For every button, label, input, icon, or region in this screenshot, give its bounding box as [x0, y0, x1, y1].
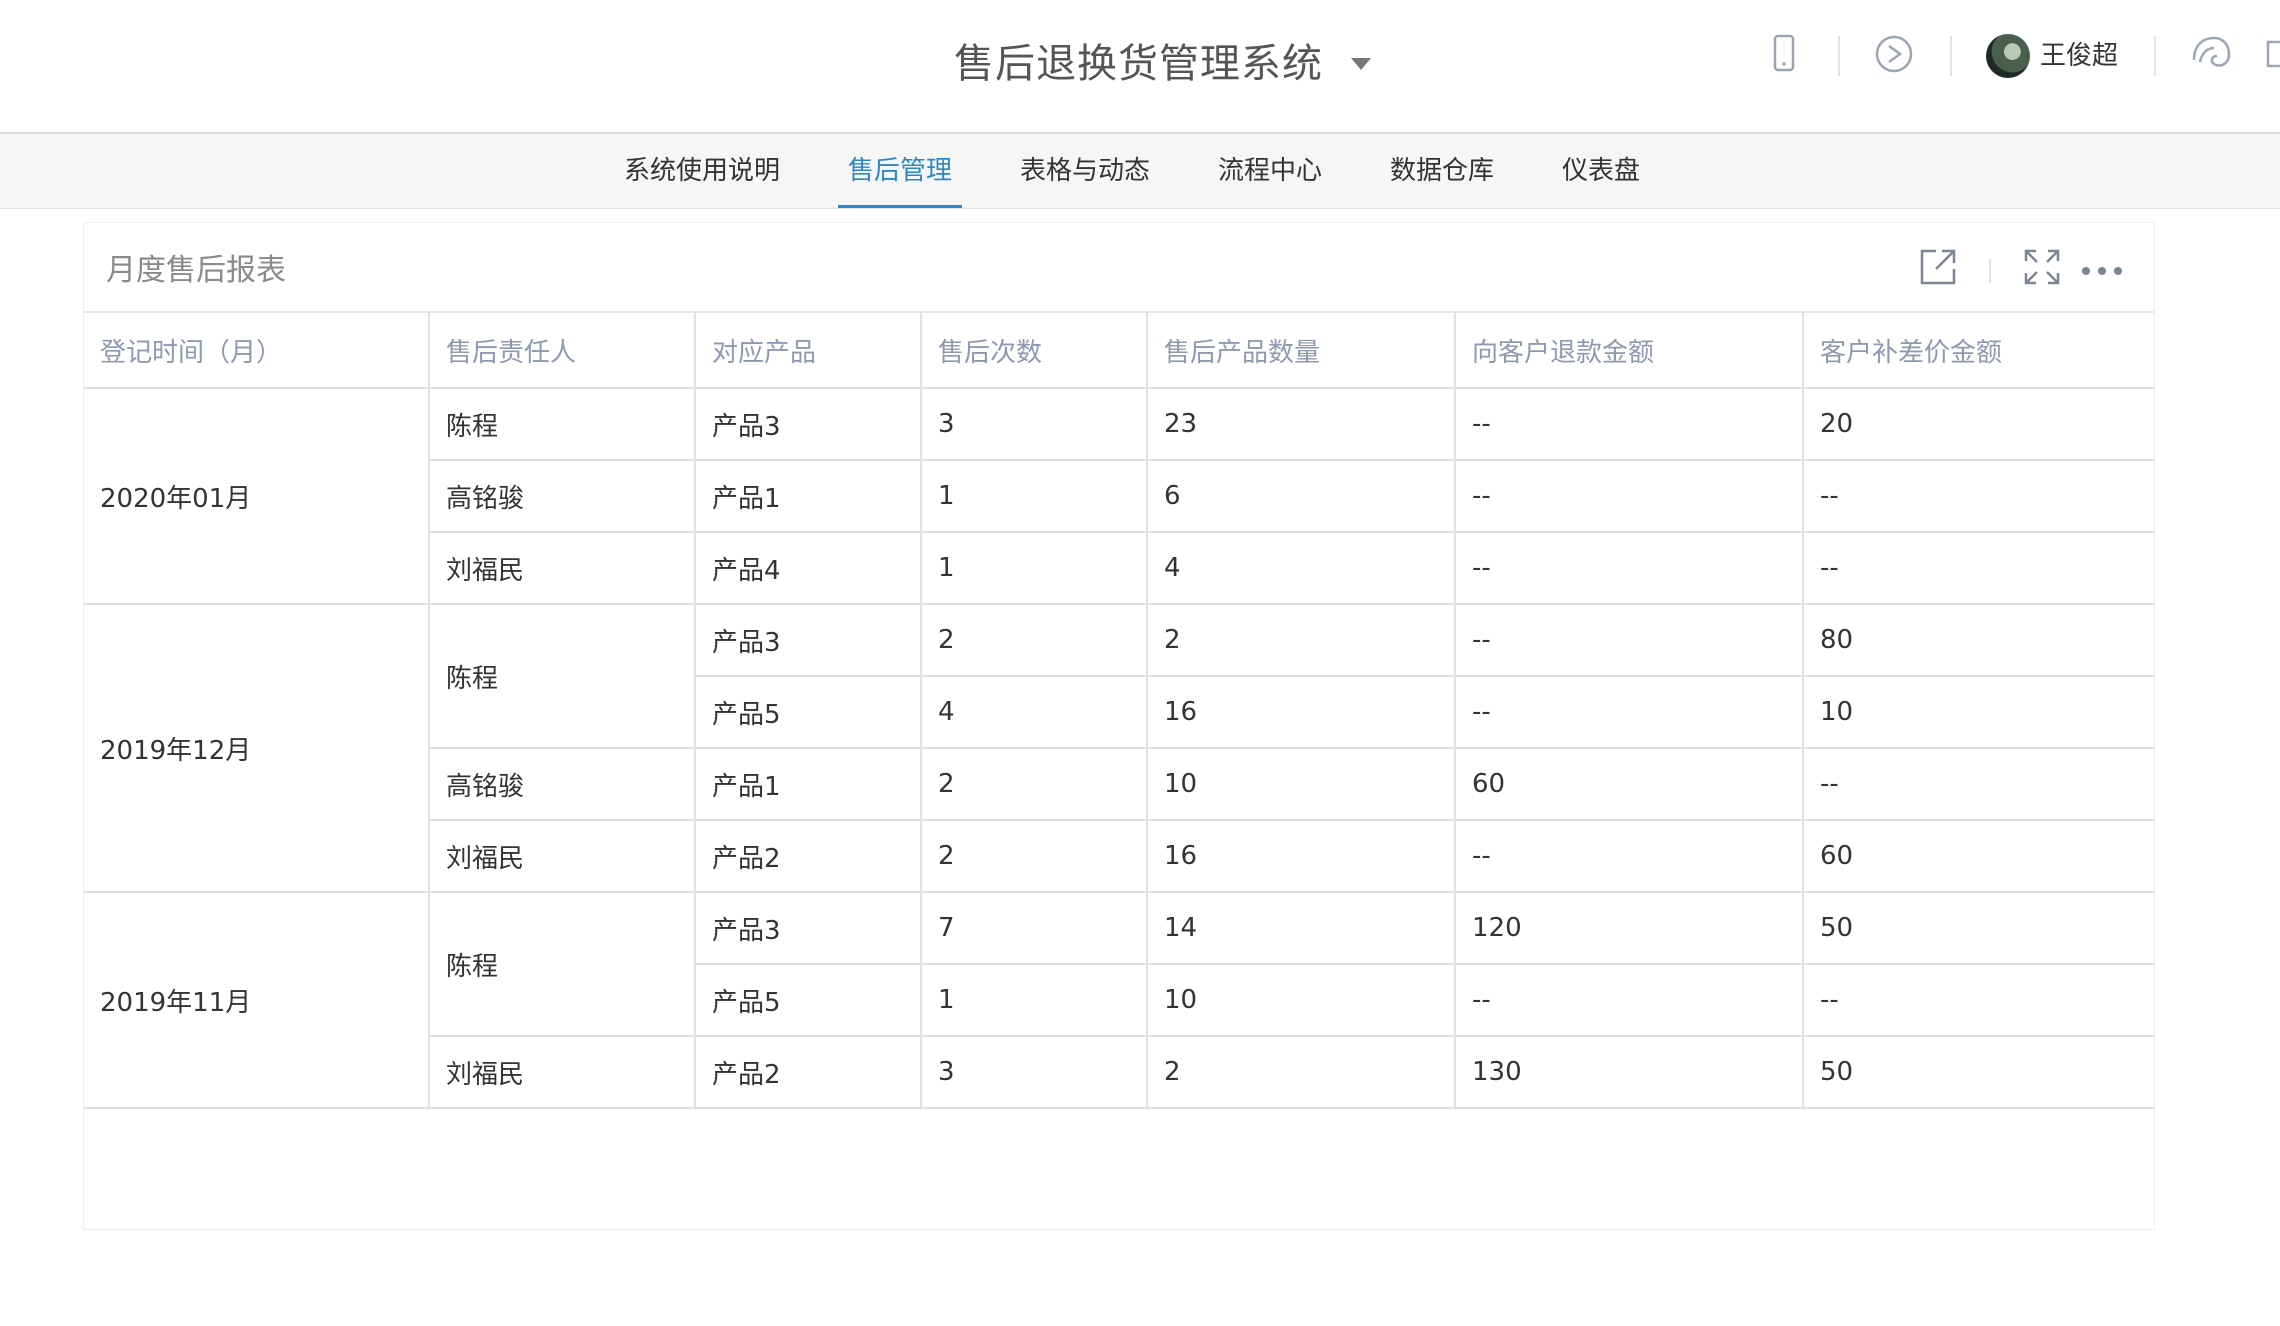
- quantity-cell: 4: [1146, 531, 1456, 605]
- product-cell: 产品3: [694, 603, 922, 677]
- count-cell: 4: [920, 675, 1148, 749]
- refund-cell: 130: [1454, 1035, 1804, 1109]
- refund-cell: --: [1454, 819, 1804, 893]
- quantity-cell: 16: [1146, 819, 1456, 893]
- count-cell: 3: [920, 387, 1148, 461]
- panel-title: 月度售后报表: [106, 253, 286, 288]
- nav-item-data-warehouse[interactable]: 数据仓库: [1390, 134, 1494, 208]
- quantity-cell: 6: [1146, 459, 1456, 533]
- mobile-icon[interactable]: [1764, 34, 1804, 74]
- count-cell: 2: [920, 819, 1148, 893]
- price-diff-cell: 80: [1802, 603, 2154, 677]
- product-cell: 产品2: [694, 819, 922, 893]
- header-divider: [1838, 36, 1840, 76]
- table-row: 2020年01月 陈程 产品3 3 23 -- 20: [84, 387, 2154, 605]
- panel-divider: [1989, 259, 1991, 283]
- more-icon[interactable]: [2082, 265, 2122, 277]
- person-cell: 陈程: [428, 891, 696, 1037]
- refund-cell: 120: [1454, 891, 1804, 965]
- price-diff-cell: 60: [1802, 819, 2154, 893]
- product-cell: 产品3: [694, 387, 922, 461]
- month-cell: 2019年11月: [84, 891, 430, 1109]
- column-header[interactable]: 售后责任人: [428, 311, 696, 389]
- refund-cell: --: [1454, 603, 1804, 677]
- count-cell: 2: [920, 747, 1148, 821]
- price-diff-cell: 50: [1802, 891, 2154, 965]
- compass-icon[interactable]: [1874, 34, 1914, 74]
- refund-cell: --: [1454, 675, 1804, 749]
- person-cell: 陈程: [428, 387, 696, 461]
- product-cell: 产品3: [694, 891, 922, 965]
- nav-item-system-guide[interactable]: 系统使用说明: [624, 134, 780, 208]
- price-diff-cell: --: [1802, 747, 2154, 821]
- column-header[interactable]: 客户补差价金额: [1802, 311, 2154, 389]
- price-diff-cell: 10: [1802, 675, 2154, 749]
- user-name[interactable]: 王俊超: [2040, 36, 2118, 76]
- app-title-dropdown[interactable]: 售后退换货管理系统: [954, 34, 1371, 94]
- header-divider: [1950, 36, 1952, 76]
- month-cell: 2020年01月: [84, 387, 430, 605]
- logout-icon[interactable]: [2262, 34, 2280, 74]
- refund-cell: --: [1454, 963, 1804, 1037]
- column-header[interactable]: 售后次数: [920, 311, 1148, 389]
- quantity-cell: 10: [1146, 747, 1456, 821]
- fullscreen-icon[interactable]: [2020, 245, 2064, 289]
- person-cell: 陈程: [428, 603, 696, 749]
- product-cell: 产品5: [694, 675, 922, 749]
- count-cell: 1: [920, 963, 1148, 1037]
- table-header-row: 登记时间（月） 售后责任人 对应产品 售后次数 售后产品数量 向客户退款金额 客…: [84, 311, 2154, 389]
- product-cell: 产品2: [694, 1035, 922, 1109]
- nav-item-aftersales[interactable]: 售后管理: [837, 134, 963, 208]
- app-title: 售后退换货管理系统: [954, 41, 1323, 87]
- person-cell: 高铭骏: [428, 459, 696, 533]
- aftersales-report-table: 登记时间（月） 售后责任人 对应产品 售后次数 售后产品数量 向客户退款金额 客…: [84, 311, 2154, 1109]
- refund-cell: --: [1454, 387, 1804, 461]
- count-cell: 1: [920, 531, 1148, 605]
- product-cell: 产品5: [694, 963, 922, 1037]
- person-cell: 刘福民: [428, 531, 696, 605]
- count-cell: 1: [920, 459, 1148, 533]
- product-cell: 产品4: [694, 531, 922, 605]
- open-external-icon[interactable]: [1916, 245, 1960, 289]
- refund-cell: 60: [1454, 747, 1804, 821]
- person-cell: 刘福民: [428, 819, 696, 893]
- column-header[interactable]: 登记时间（月）: [84, 311, 430, 389]
- column-header[interactable]: 售后产品数量: [1146, 311, 1456, 389]
- price-diff-cell: 50: [1802, 1035, 2154, 1109]
- count-cell: 3: [920, 1035, 1148, 1109]
- caret-down-icon: [1351, 58, 1371, 70]
- user-avatar[interactable]: [1986, 34, 2030, 78]
- count-cell: 2: [920, 603, 1148, 677]
- app-header: 售后退换货管理系统 王俊超: [0, 0, 2280, 134]
- quantity-cell: 23: [1146, 387, 1456, 461]
- product-cell: 产品1: [694, 747, 922, 821]
- month-cell: 2019年12月: [84, 603, 430, 893]
- price-diff-cell: --: [1802, 459, 2154, 533]
- quantity-cell: 14: [1146, 891, 1456, 965]
- price-diff-cell: --: [1802, 531, 2154, 605]
- person-cell: 高铭骏: [428, 747, 696, 821]
- column-header[interactable]: 向客户退款金额: [1454, 311, 1804, 389]
- skin-icon[interactable]: [2190, 34, 2232, 74]
- product-cell: 产品1: [694, 459, 922, 533]
- table-row: 2019年11月 陈程 产品3 7 14 120 50: [84, 891, 2154, 1109]
- nav-item-workflow[interactable]: 流程中心: [1218, 134, 1322, 208]
- refund-cell: --: [1454, 531, 1804, 605]
- quantity-cell: 16: [1146, 675, 1456, 749]
- report-panel: 月度售后报表 登记时间（月） 售后责任人 对应产品 售后次数 售后产品数量 向客…: [83, 222, 2155, 1230]
- count-cell: 7: [920, 891, 1148, 965]
- nav-item-tables[interactable]: 表格与动态: [1020, 134, 1150, 208]
- refund-cell: --: [1454, 459, 1804, 533]
- column-header[interactable]: 对应产品: [694, 311, 922, 389]
- quantity-cell: 2: [1146, 1035, 1456, 1109]
- main-nav: 系统使用说明 售后管理 表格与动态 流程中心 数据仓库 仪表盘: [0, 134, 2280, 209]
- price-diff-cell: --: [1802, 963, 2154, 1037]
- quantity-cell: 2: [1146, 603, 1456, 677]
- price-diff-cell: 20: [1802, 387, 2154, 461]
- nav-item-dashboard[interactable]: 仪表盘: [1562, 134, 1640, 208]
- quantity-cell: 10: [1146, 963, 1456, 1037]
- header-divider: [2154, 36, 2156, 76]
- person-cell: 刘福民: [428, 1035, 696, 1109]
- table-row: 2019年12月 陈程 产品3 2 2 -- 80: [84, 603, 2154, 893]
